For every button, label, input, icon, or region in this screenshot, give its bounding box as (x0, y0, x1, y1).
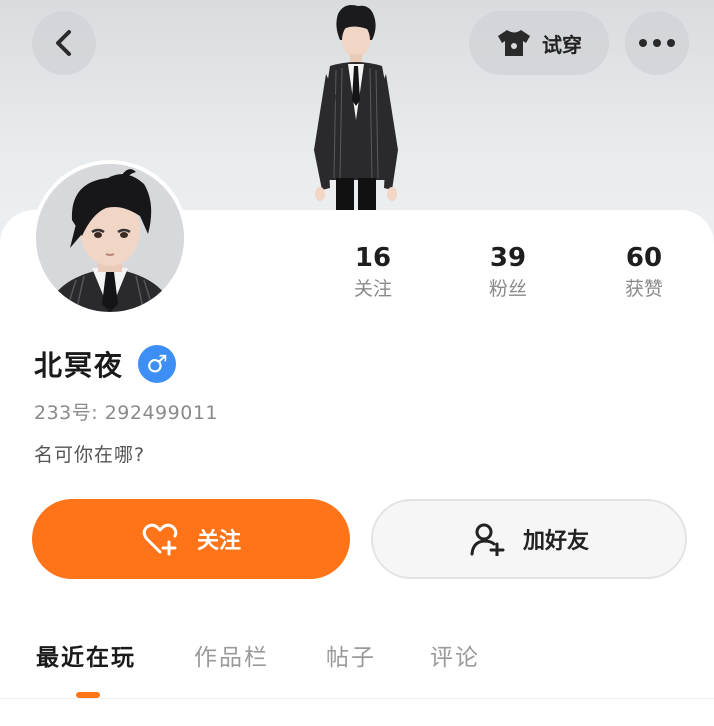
follow-label: 关注 (196, 529, 241, 554)
stat-label: 粉丝 (488, 278, 527, 300)
tab-works[interactable]: 作品栏 (194, 638, 269, 672)
stat-following[interactable]: 16 关注 (333, 242, 413, 304)
stat-followers[interactable]: 39 粉丝 (468, 242, 548, 304)
profile-tabs: 最近在玩 作品栏 帖子 评论 (0, 630, 714, 700)
tab-comments[interactable]: 评论 (430, 638, 480, 672)
stat-value: 16 (354, 243, 392, 273)
user-signature: 名可你在哪? (34, 444, 146, 466)
tab-recent-play[interactable]: 最近在玩 (36, 638, 136, 672)
heart-plus-icon (142, 523, 178, 556)
stat-label: 关注 (353, 278, 392, 300)
user-name: 北冥夜 (34, 349, 125, 382)
user-id[interactable]: 233号: 292499011 (34, 398, 218, 425)
chevron-left-icon (56, 30, 71, 56)
try-on-label: 试穿 (542, 32, 582, 57)
stat-value: 60 (625, 243, 663, 273)
more-dots-icon (639, 39, 675, 47)
tabs-divider (0, 698, 714, 699)
stat-value: 39 (489, 243, 527, 273)
character-model-image (314, 5, 398, 212)
name-row: 北冥夜 ♂ (34, 344, 177, 384)
more-button[interactable] (625, 11, 689, 75)
stat-label: 获赞 (624, 278, 663, 300)
gender-male-icon: ♂ (138, 345, 177, 383)
stat-likes[interactable]: 60 获赞 (604, 242, 684, 304)
add-friend-button[interactable]: 加好友 (371, 499, 687, 579)
tshirt-icon (498, 30, 530, 56)
back-button[interactable] (32, 11, 96, 75)
add-friend-label: 加好友 (522, 529, 589, 554)
try-on-button[interactable]: 试穿 (469, 11, 609, 75)
profile-stats: 16 关注 39 粉丝 60 获赞 (0, 242, 714, 312)
add-friend-icon (470, 523, 505, 556)
follow-button[interactable]: 关注 (32, 499, 350, 579)
tab-posts[interactable]: 帖子 (326, 638, 376, 672)
